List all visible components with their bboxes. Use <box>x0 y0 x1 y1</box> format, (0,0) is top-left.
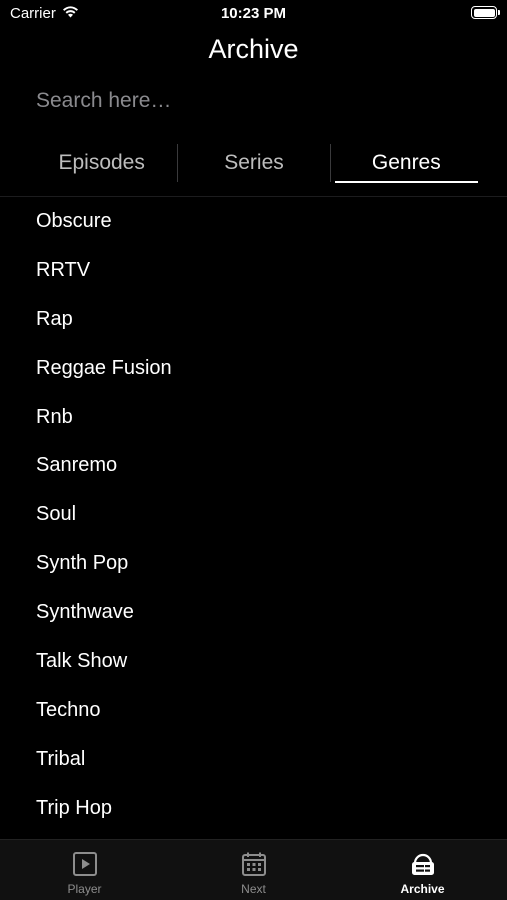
genre-item-reggae-fusion[interactable]: Reggae Fusion <box>0 344 507 393</box>
tab-player-label: Player <box>67 882 102 896</box>
tab-episodes-label: Episodes <box>58 151 145 174</box>
status-bar: Carrier 10:23 PM <box>0 0 507 30</box>
genre-item-soul[interactable]: Soul <box>0 490 507 539</box>
tab-next[interactable]: Next <box>169 840 338 900</box>
tab-genres[interactable]: Genres <box>331 140 482 186</box>
genre-item-obscure[interactable]: Obscure <box>0 197 507 246</box>
calendar-icon <box>240 850 268 878</box>
genre-item-trip-hop[interactable]: Trip Hop <box>0 784 507 833</box>
genre-item-rap[interactable]: Rap <box>0 295 507 344</box>
tab-archive[interactable]: Archive <box>338 840 507 900</box>
genre-item-rrtv[interactable]: RRTV <box>0 246 507 295</box>
page-title: Archive <box>208 34 299 64</box>
genre-item-talk-show[interactable]: Talk Show <box>0 637 507 686</box>
tab-episodes[interactable]: Episodes <box>26 140 177 186</box>
genre-item-sanremo[interactable]: Sanremo <box>0 441 507 490</box>
genre-item-synth-pop[interactable]: Synth Pop <box>0 539 507 588</box>
archive-segmented-control: Episodes Series Genres <box>26 140 482 186</box>
genre-item-tribal[interactable]: Tribal <box>0 735 507 784</box>
genre-list[interactable]: Obscure RRTV Rap Reggae Fusion Rnb Sanre… <box>0 197 507 841</box>
tab-bar: Player Next Archive <box>0 839 507 900</box>
search-input[interactable] <box>36 86 476 116</box>
play-square-icon <box>71 850 99 878</box>
status-time: 10:23 PM <box>220 5 287 22</box>
tab-series-label: Series <box>224 151 284 174</box>
tab-player[interactable]: Player <box>0 840 169 900</box>
genre-item-rnb[interactable]: Rnb <box>0 393 507 442</box>
genre-item-synthwave[interactable]: Synthwave <box>0 588 507 637</box>
genre-item-techno[interactable]: Techno <box>0 686 507 735</box>
search-bar[interactable] <box>36 86 476 116</box>
tab-next-label: Next <box>241 882 266 896</box>
tab-archive-label: Archive <box>400 882 445 896</box>
tab-genres-label: Genres <box>371 151 441 174</box>
tab-series[interactable]: Series <box>178 140 329 186</box>
battery-icon <box>471 6 500 19</box>
archive-radio-icon <box>409 850 437 878</box>
battery-level <box>473 8 495 17</box>
